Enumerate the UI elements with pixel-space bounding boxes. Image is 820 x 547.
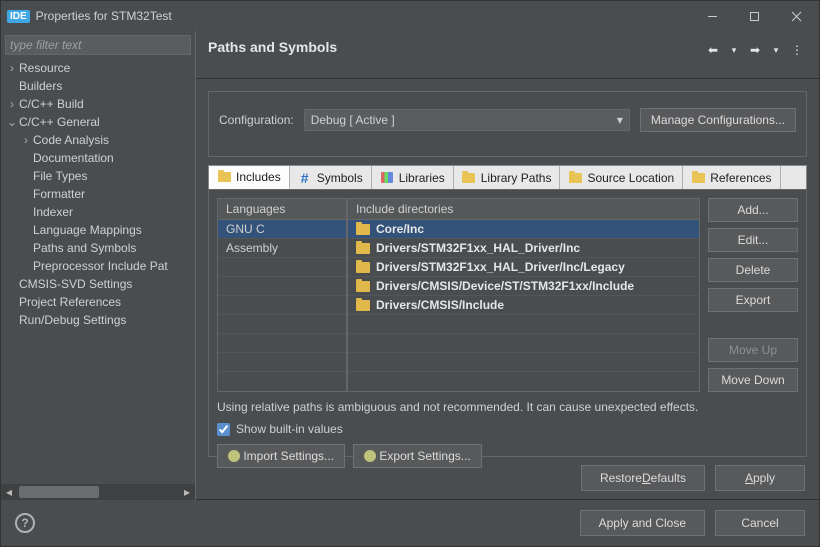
horizontal-scrollbar[interactable]: ◂ ▸ [1, 484, 195, 500]
back-button[interactable]: ⬅ [701, 39, 725, 61]
configuration-combo[interactable]: Debug [ Active ] ▾ [304, 109, 630, 131]
include-dir-item[interactable]: Drivers/STM32F1xx_HAL_Driver/Inc/Legacy [348, 258, 699, 277]
apply-button[interactable]: Apply [715, 465, 805, 491]
titlebar[interactable]: IDE Properties for STM32Test [1, 1, 819, 31]
tree-item[interactable]: Indexer [1, 203, 195, 221]
folder-icon [691, 171, 705, 185]
app-icon: IDE [7, 10, 30, 23]
apply-and-close-button[interactable]: Apply and Close [580, 510, 705, 536]
menu-button[interactable]: ⋮ [785, 39, 809, 61]
include-dir-item[interactable]: Drivers/CMSIS/Include [348, 296, 699, 315]
show-builtin-checkbox[interactable]: Show built-in values [217, 422, 798, 436]
help-button[interactable]: ? [15, 513, 35, 533]
tab-symbols[interactable]: #Symbols [290, 166, 372, 189]
move-up-button[interactable]: Move Up [708, 338, 798, 362]
tree-item[interactable]: Run/Debug Settings [1, 311, 195, 329]
tab-libraries[interactable]: Libraries [372, 166, 454, 189]
configuration-label: Configuration: [219, 113, 294, 127]
tab-includes[interactable]: Includes [209, 166, 290, 189]
include-dirs-header: Include directories [348, 199, 699, 220]
gear-icon [364, 450, 376, 462]
nav-tree[interactable]: ›ResourceBuilders›C/C++ Build⌄C/C++ Gene… [1, 57, 195, 484]
tree-item[interactable]: CMSIS-SVD Settings [1, 275, 195, 293]
include-directories-list[interactable]: Include directories Core/IncDrivers/STM3… [347, 198, 700, 392]
forward-menu-icon[interactable]: ▾ [769, 39, 783, 61]
tree-item[interactable]: Language Mappings [1, 221, 195, 239]
scroll-left-icon[interactable]: ◂ [1, 484, 17, 500]
tree-item[interactable]: Project References [1, 293, 195, 311]
close-button[interactable] [775, 2, 817, 30]
hash-icon: # [298, 171, 312, 185]
scroll-thumb[interactable] [19, 486, 99, 498]
book-icon [380, 171, 394, 185]
restore-defaults-button[interactable]: Restore Defaults [581, 465, 705, 491]
tab-source-location[interactable]: Source Location [560, 166, 683, 189]
filter-input[interactable]: type filter text [5, 35, 191, 55]
tree-item[interactable]: Preprocessor Include Pat [1, 257, 195, 275]
languages-list[interactable]: Languages GNU CAssembly [217, 198, 347, 392]
page-title: Paths and Symbols [208, 39, 337, 55]
tree-item[interactable]: Paths and Symbols [1, 239, 195, 257]
edit-button[interactable]: Edit... [708, 228, 798, 252]
gear-icon [228, 450, 240, 462]
folder-icon [356, 281, 370, 292]
manage-configurations-button[interactable]: Manage Configurations... [640, 108, 796, 132]
include-dir-item[interactable]: Drivers/CMSIS/Device/ST/STM32F1xx/Includ… [348, 277, 699, 296]
export-button[interactable]: Export [708, 288, 798, 312]
tree-item[interactable]: Documentation [1, 149, 195, 167]
tree-item[interactable]: ›C/C++ Build [1, 95, 195, 113]
scroll-right-icon[interactable]: ▸ [179, 484, 195, 500]
tab-bar: Includes#SymbolsLibrariesLibrary PathsSo… [208, 165, 807, 189]
tree-item[interactable]: Formatter [1, 185, 195, 203]
dialog-window: IDE Properties for STM32Test type filter… [0, 0, 820, 547]
delete-button[interactable]: Delete [708, 258, 798, 282]
window-title: Properties for STM32Test [36, 9, 172, 23]
folder-icon [217, 170, 231, 184]
tab-library-paths[interactable]: Library Paths [454, 166, 561, 189]
move-down-button[interactable]: Move Down [708, 368, 798, 392]
tree-item[interactable]: ›Resource [1, 59, 195, 77]
tree-item[interactable]: ⌄C/C++ General [1, 113, 195, 131]
add-button[interactable]: Add... [708, 198, 798, 222]
language-item[interactable]: Assembly [218, 239, 346, 258]
folder-icon [462, 171, 476, 185]
tree-item[interactable]: File Types [1, 167, 195, 185]
include-dir-item[interactable]: Drivers/STM32F1xx_HAL_Driver/Inc [348, 239, 699, 258]
configuration-group: Configuration: Debug [ Active ] ▾ Manage… [208, 91, 807, 157]
language-item[interactable]: GNU C [218, 220, 346, 239]
page-header: Paths and Symbols ⬅ ▾ ➡ ▾ ⋮ [196, 31, 819, 79]
warning-note: Using relative paths is ambiguous and no… [217, 400, 798, 414]
folder-icon [568, 171, 582, 185]
show-builtin-input[interactable] [217, 423, 230, 436]
tree-item[interactable]: Builders [1, 77, 195, 95]
folder-icon [356, 300, 370, 311]
forward-button[interactable]: ➡ [743, 39, 767, 61]
folder-icon [356, 224, 370, 235]
left-panel: type filter text ›ResourceBuilders›C/C++… [1, 31, 196, 500]
folder-icon [356, 243, 370, 254]
tab-references[interactable]: References [683, 166, 780, 189]
cancel-button[interactable]: Cancel [715, 510, 805, 536]
folder-icon [356, 262, 370, 273]
minimize-button[interactable] [691, 2, 733, 30]
languages-header: Languages [218, 199, 346, 220]
maximize-button[interactable] [733, 2, 775, 30]
back-menu-icon[interactable]: ▾ [727, 39, 741, 61]
include-dir-item[interactable]: Core/Inc [348, 220, 699, 239]
chevron-down-icon: ▾ [617, 113, 623, 127]
tree-item[interactable]: ›Code Analysis [1, 131, 195, 149]
